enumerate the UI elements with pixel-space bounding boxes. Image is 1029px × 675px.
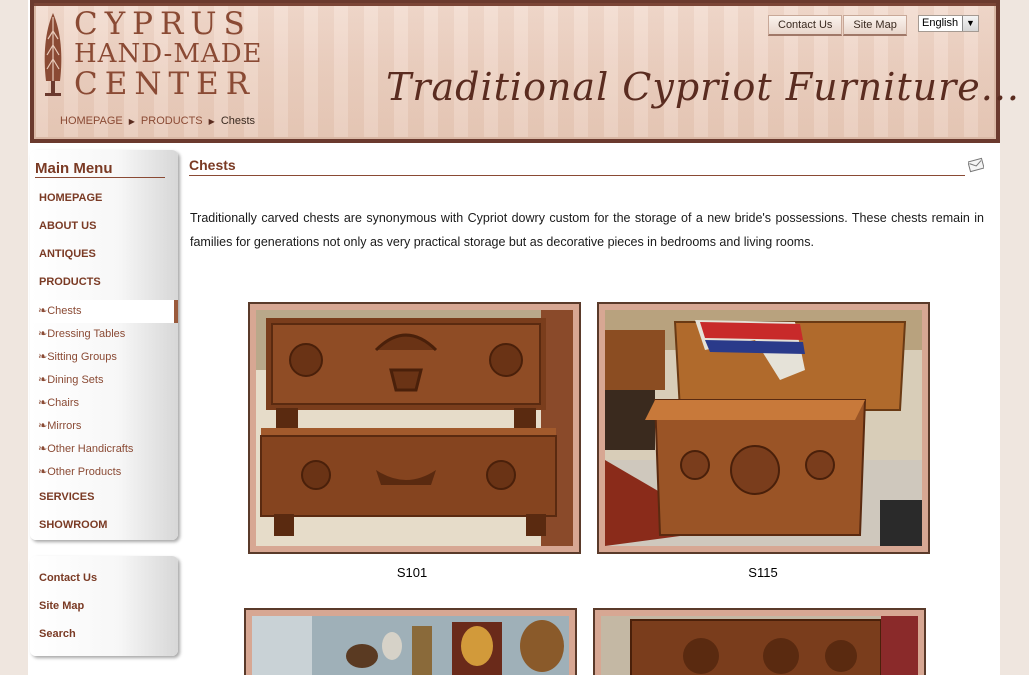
submenu-item-chairs[interactable]: ❧Chairs	[30, 392, 178, 415]
product-photo-3[interactable]	[244, 608, 577, 675]
product-photo-s101[interactable]	[248, 302, 581, 554]
sidebar-contact-us-link[interactable]: Contact Us	[30, 568, 178, 596]
language-select[interactable]: English ▼	[918, 15, 979, 32]
showroom-photo-image	[252, 616, 569, 675]
submenu-item-dining-sets[interactable]: ❧Dining Sets	[30, 369, 178, 392]
top-links: Contact Us Site Map	[768, 15, 907, 36]
product-code-s115: S115	[748, 565, 778, 580]
menu-item-about-us[interactable]: ABOUT US	[30, 216, 178, 244]
breadcrumb-current: Chests	[220, 115, 256, 127]
intro-paragraph: Traditionally carved chests are synonymo…	[190, 211, 984, 249]
product-photo-4[interactable]	[593, 608, 926, 675]
menu-item-products[interactable]: PRODUCTS	[30, 272, 178, 300]
sidebar-search-link[interactable]: Search	[30, 624, 178, 652]
breadcrumb-separator-icon: ▶	[128, 116, 135, 126]
cypress-tree-logo-icon	[44, 13, 62, 96]
chevron-down-icon[interactable]: ▼	[962, 16, 978, 31]
product-photo-s115[interactable]	[597, 302, 930, 554]
menu-item-services[interactable]: SERVICES	[30, 487, 178, 515]
email-page-icon[interactable]	[968, 157, 984, 173]
chest-photo-image	[601, 616, 918, 675]
chest-photo-image	[256, 310, 573, 546]
quick-links: Contact Us Site Map Search	[30, 556, 178, 656]
sidebar-site-map-link[interactable]: Site Map	[30, 596, 178, 624]
menu-item-antiques[interactable]: ANTIQUES	[30, 244, 178, 272]
breadcrumb-homepage[interactable]: HOMEPAGE	[60, 115, 123, 127]
main-menu-title: Main Menu	[35, 160, 165, 178]
submenu-item-chests[interactable]: ❧Chests	[30, 300, 178, 323]
logo-line-1: CYPRUS	[74, 6, 252, 42]
breadcrumb-separator-icon: ▶	[208, 116, 215, 126]
language-value: English	[922, 17, 959, 29]
site-logo[interactable]: CYPRUS HAND-MADE CENTER	[74, 6, 264, 102]
submenu-item-other-products[interactable]: ❧Other Products	[30, 461, 178, 484]
header-tagline: Traditional Cypriot Furniture...	[386, 65, 1020, 109]
contact-us-link[interactable]: Contact Us	[768, 15, 843, 36]
breadcrumb: HOMEPAGE ▶ PRODUCTS ▶ Chests	[60, 115, 255, 127]
submenu-item-sitting-groups[interactable]: ❧Sitting Groups	[30, 346, 178, 369]
submenu-item-other-handicrafts[interactable]: ❧Other Handicrafts	[30, 438, 178, 461]
submenu-item-dressing-tables[interactable]: ❧Dressing Tables	[30, 323, 178, 346]
logo-line-3: CENTER	[74, 66, 257, 102]
page-title: Chests	[189, 157, 965, 176]
product-code-s101: S101	[396, 565, 428, 580]
site-header: CYPRUS HAND-MADE CENTER Traditional Cypr…	[30, 0, 1019, 143]
menu-item-showroom[interactable]: SHOWROOM	[30, 515, 178, 543]
main-menu: Main Menu HOMEPAGE ABOUT US ANTIQUES PRO…	[30, 150, 178, 540]
menu-item-homepage[interactable]: HOMEPAGE	[30, 188, 178, 216]
site-map-link[interactable]: Site Map	[843, 15, 907, 36]
breadcrumb-products[interactable]: PRODUCTS	[141, 115, 203, 127]
submenu-item-mirrors[interactable]: ❧Mirrors	[30, 415, 178, 438]
chest-photo-image	[605, 310, 922, 546]
logo-line-2: HAND-MADE	[74, 39, 263, 69]
